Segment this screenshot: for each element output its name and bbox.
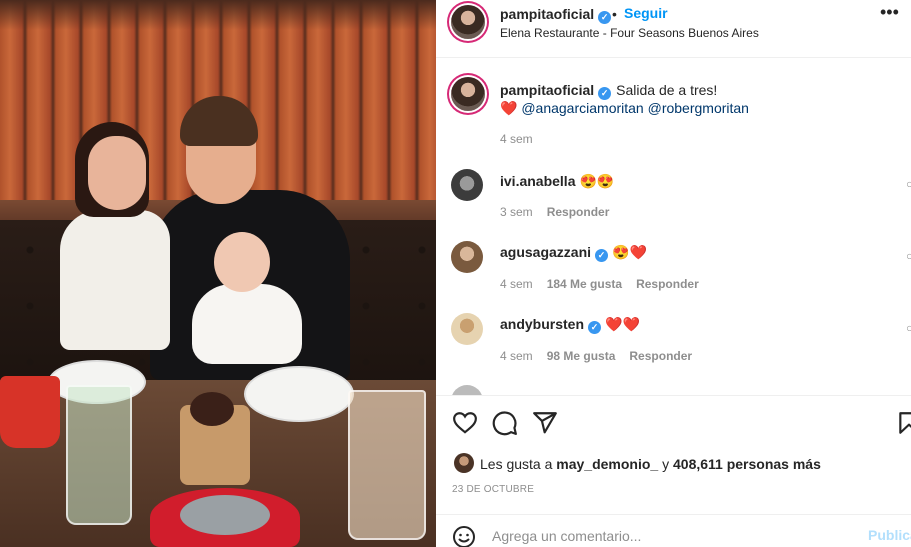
caption-mentions[interactable]: @anagarciamoritan @robergmoritan (521, 100, 749, 116)
comment-meta: 3 sem Responder (500, 205, 623, 219)
verified-icon: ✓ (588, 321, 602, 334)
comment: ivi.anabella 😍😍 (500, 173, 614, 190)
comment-time[interactable]: 3 sem (500, 205, 533, 219)
like-comment-icon[interactable]: ○ (906, 321, 911, 335)
pan-inner (180, 495, 270, 535)
avatar[interactable] (454, 453, 474, 473)
comment-text: ❤️❤️ (605, 316, 640, 332)
plate (244, 366, 354, 422)
post-actions: Les gusta a may_demonio_ y 408,611 perso… (436, 395, 911, 547)
baby-face (214, 232, 270, 292)
avatar[interactable] (451, 77, 485, 111)
caption: pampitaoficial ✓ Salida de a tres! (500, 82, 717, 100)
reply-button[interactable]: Responder (636, 277, 699, 291)
likes-middle: y (662, 456, 670, 472)
verified-icon: ✓ (595, 249, 609, 262)
heart-emoji: ❤️ (500, 100, 518, 116)
reply-button[interactable]: Responder (629, 349, 692, 363)
bookmark-icon[interactable] (896, 410, 911, 436)
post-side-panel: pampitaoficial ✓ • Seguir Elena Restauran… (436, 0, 911, 547)
woman-face (88, 136, 146, 210)
likes-count[interactable]: 408,611 personas más (673, 456, 821, 472)
like-comment-icon[interactable]: ○ (906, 249, 911, 263)
comment: agusagazzani ✓ 😍❤️ (500, 244, 647, 262)
comments-list[interactable]: pampitaoficial ✓ Salida de a tres! ❤️ @ana… (436, 59, 911, 395)
red-cup (0, 376, 60, 448)
add-comment-bar: Publicar (436, 514, 911, 547)
comment-likes[interactable]: 98 Me gusta (547, 349, 616, 363)
comment-time[interactable]: 4 sem (500, 277, 533, 291)
location-link[interactable]: Elena Restaurante - Four Seasons Buenos … (500, 26, 759, 40)
photo-shadow (0, 0, 436, 30)
caption-text: Salida de a tres! (616, 82, 718, 98)
avatar[interactable] (451, 385, 483, 395)
verified-icon: ✓ (598, 87, 612, 100)
comment-time[interactable]: 4 sem (500, 349, 533, 363)
share-icon[interactable] (532, 410, 558, 436)
dessert-topping (190, 392, 234, 426)
post-username[interactable]: pampitaoficial ✓ (500, 6, 612, 24)
post-photo[interactable] (0, 0, 436, 547)
verified-icon: ✓ (598, 11, 612, 24)
comment-likes[interactable]: 184 Me gusta (547, 277, 622, 291)
comment-username[interactable]: agusagazzani (500, 244, 591, 260)
more-icon[interactable]: ••• (880, 2, 899, 23)
likes-user[interactable]: may_demonio_ (556, 456, 658, 472)
comment-meta: 4 sem 98 Me gusta Responder (500, 349, 706, 363)
like-comment-icon[interactable]: ○ (906, 177, 911, 191)
likes-prefix: Les gusta a (480, 456, 553, 472)
comment-text: 😍❤️ (612, 244, 647, 260)
comment: andybursten ✓ ❤️❤️ (500, 316, 640, 334)
publish-button[interactable]: Publicar (868, 527, 911, 543)
comment-input[interactable] (492, 525, 852, 547)
caption-time[interactable]: 4 sem (500, 132, 533, 146)
glass (348, 390, 426, 540)
woman-figure (60, 210, 170, 350)
avatar[interactable] (451, 313, 483, 345)
comment-text: 😍😍 (579, 173, 615, 189)
glass (66, 385, 132, 525)
post-date[interactable]: 23 DE OCTUBRE (452, 484, 534, 495)
heart-icon[interactable] (452, 410, 478, 436)
likes-summary: Les gusta a may_demonio_ y 408,611 perso… (480, 456, 821, 472)
avatar[interactable] (451, 5, 485, 39)
comment-username[interactable]: ivi.anabella (500, 173, 575, 189)
comment-meta: 4 sem 184 Me gusta Responder (500, 277, 713, 291)
avatar[interactable] (451, 169, 483, 201)
follow-button[interactable]: Seguir (624, 5, 668, 21)
reply-button[interactable]: Responder (547, 205, 610, 219)
avatar[interactable] (451, 241, 483, 273)
caption-username[interactable]: pampitaoficial (500, 82, 594, 98)
baby-figure (192, 284, 302, 364)
caption-mentions-line: ❤️ @anagarciamoritan @robergmoritan (500, 100, 749, 117)
comment-username[interactable]: andybursten (500, 316, 584, 332)
comment-icon[interactable] (492, 410, 518, 436)
separator: • (612, 6, 617, 22)
post-header: pampitaoficial ✓ • Seguir Elena Restauran… (436, 0, 911, 58)
emoji-icon[interactable] (452, 525, 476, 547)
